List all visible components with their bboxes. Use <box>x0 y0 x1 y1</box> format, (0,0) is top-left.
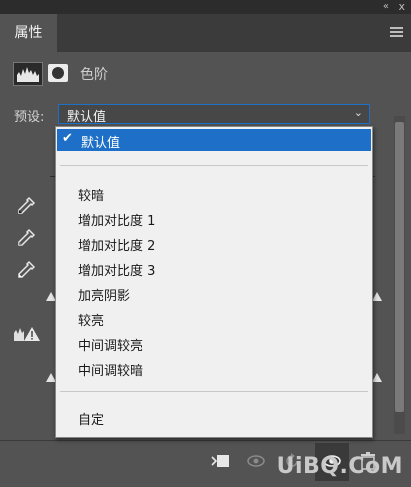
chevron-down-icon: ⌄ <box>353 106 363 119</box>
dropdown-separator <box>60 165 368 166</box>
dropdown-item[interactable]: 增加对比度 2 <box>78 235 155 254</box>
levels-histogram-icon <box>13 62 43 86</box>
collapse-icon[interactable]: « <box>383 0 389 14</box>
view-previous-state-icon[interactable] <box>246 452 266 470</box>
black-point-eyedropper-icon[interactable] <box>16 196 36 216</box>
white-point-eyedropper-icon[interactable] <box>16 260 36 280</box>
panel-scrollbar[interactable] <box>394 116 405 434</box>
dropdown-item[interactable]: 中间调较亮 <box>78 335 143 354</box>
histogram-warning-icon[interactable] <box>13 325 41 343</box>
panel-menu-icon[interactable] <box>390 27 403 38</box>
panel-top-bar: « x <box>0 0 411 14</box>
clip-to-layer-icon[interactable] <box>210 452 230 470</box>
preset-value: 默认值 <box>67 110 107 125</box>
scrollbar-thumb[interactable] <box>395 122 404 412</box>
close-icon[interactable]: x <box>398 0 405 14</box>
mask-icon[interactable] <box>48 64 68 82</box>
dropdown-item[interactable]: 增加对比度 3 <box>78 260 155 279</box>
dropdown-item-custom[interactable]: 自定 <box>78 409 104 428</box>
gray-point-eyedropper-icon[interactable] <box>16 228 36 248</box>
dropdown-item-label: 默认值 <box>81 136 121 151</box>
dropdown-separator <box>60 391 368 392</box>
dropdown-item[interactable]: 较亮 <box>78 310 104 329</box>
panel-tab-row: 属性 <box>0 14 411 52</box>
dropdown-item[interactable]: 加亮阴影 <box>78 285 130 304</box>
checkmark-icon: ✔ <box>62 131 73 146</box>
tab-properties[interactable]: 属性 <box>0 14 57 52</box>
preset-label: 预设: <box>14 110 45 125</box>
output-white-slider[interactable] <box>372 373 382 382</box>
dropdown-item[interactable]: 较暗 <box>78 185 104 204</box>
input-white-slider[interactable] <box>372 292 382 301</box>
dropdown-item-default[interactable]: ✔ 默认值 <box>57 129 371 151</box>
dropdown-item[interactable]: 增加对比度 1 <box>78 210 155 229</box>
preset-select[interactable]: 默认值 ⌄ <box>58 104 370 125</box>
panel-title: 色阶 <box>80 67 108 83</box>
preset-dropdown: ✔ 默认值 较暗 增加对比度 1 增加对比度 2 增加对比度 3 加亮阴影 较亮… <box>55 126 373 438</box>
dropdown-item[interactable]: 中间调较暗 <box>78 360 143 379</box>
watermark: UiBQ.CoM <box>276 454 403 479</box>
